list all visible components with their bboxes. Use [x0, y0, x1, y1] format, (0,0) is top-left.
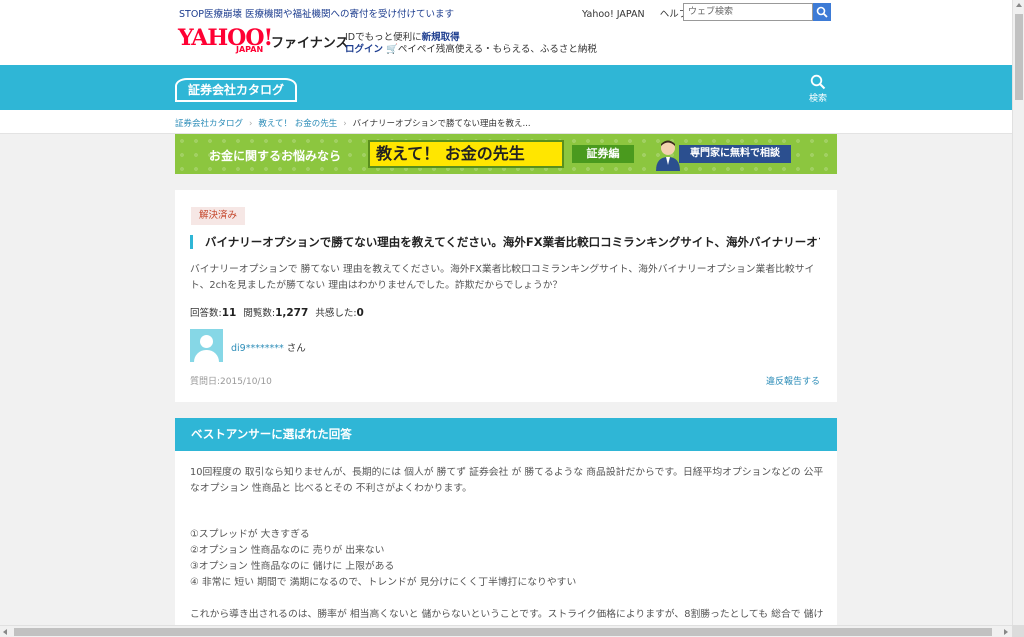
breadcrumb-catalog[interactable]: 証券会社カタログ [175, 119, 243, 129]
donation-promo-link[interactable]: STOP医療崩壊 医療機関や福祉機関への寄付を受け付けています [179, 6, 454, 20]
paypay-furusato-link[interactable]: ペイペイ残高使える・もらえる、ふるさと納税 [398, 44, 597, 55]
answers-label: 回答数: [190, 308, 222, 319]
best-answer-card: ベストアンサーに選ばれた回答 10回程度の 取引なら知りませんが、長期的には 個… [175, 418, 837, 637]
search-icon [810, 74, 826, 90]
consult-banner[interactable]: お金に関するお悩みなら 教えて！ お金の先生 証券編 専門家に無料で相談 [175, 134, 837, 174]
scroll-left-arrow-icon[interactable] [3, 629, 7, 635]
chevron-right-icon: › [249, 119, 253, 129]
scroll-right-arrow-icon[interactable] [1004, 629, 1008, 635]
breadcrumb-current: バイナリーオプションで勝てない理由を教え... [352, 119, 531, 129]
finance-service-name[interactable]: ファイナンス [271, 32, 348, 51]
login-link[interactable]: ログイン [345, 44, 383, 55]
report-link[interactable]: 違反報告する [766, 374, 820, 387]
views-label: 閲覧数: [243, 308, 276, 319]
breadcrumb-chiebukuro[interactable]: 教えて！ お金の先生 [258, 119, 337, 129]
answer-list-item: ②オプション 性商品なのに 売りが 出来ない [190, 545, 385, 556]
cart-icon: 🛒 [386, 44, 398, 55]
answers-count: 11 [221, 307, 237, 319]
best-answer-body: 10回程度の 取引なら知りませんが、長期的には 個人が 勝てず 証券会社 が 勝… [190, 465, 824, 637]
avatar-body [194, 350, 219, 362]
banner-question: お金に関するお悩みなら [209, 149, 342, 163]
web-search-input[interactable]: ウェブ検索 [683, 3, 813, 21]
asker-name: di9******** さん [231, 340, 306, 354]
empathy-count: 0 [356, 307, 364, 319]
answer-paragraph: 10回程度の 取引なら知りませんが、長期的には 個人が 勝てず 証券会社 が 勝… [190, 467, 824, 494]
answer-list-item: ①スプレッドが 大きすぎる [190, 529, 310, 540]
asker-suffix: さん [286, 343, 306, 354]
horizontal-scrollbar[interactable] [0, 625, 1012, 637]
question-date: 質問日:2015/10/10 [190, 377, 272, 387]
scrollbar-corner [1012, 625, 1024, 637]
answer-list-item: ③オプション 性商品なのに 儲けに 上限がある [190, 561, 395, 572]
vertical-scrollbar[interactable] [1012, 0, 1024, 625]
empathy-label: 共感した: [315, 308, 357, 319]
avatar-head [200, 335, 213, 348]
horizontal-scroll-thumb[interactable] [14, 628, 992, 636]
answer-list-item: ④ 非常に 短い 期間で 満期になるので、トレンドが 見分けにくく丁半博打になり… [190, 577, 577, 588]
banner-tag: 証券編 [572, 145, 634, 163]
best-answer-heading: ベストアンサーに選ばれた回答 [175, 418, 837, 451]
login-row: ログイン 🛒ペイペイ残高使える・もらえる、ふるさと納税 [345, 41, 597, 55]
yahoo-japan-link[interactable]: Yahoo! JAPAN [582, 9, 645, 20]
status-badge: 解決済み [191, 207, 246, 225]
question-card: 解決済み バイナリーオプションで勝てない理由を教えてください。海外FX業者比較口… [175, 190, 837, 402]
catalog-search-label: 検索 [808, 94, 827, 104]
avatar[interactable] [190, 329, 223, 362]
advisor-icon [656, 140, 680, 171]
search-icon [816, 6, 828, 18]
question-title: バイナリーオプションで勝てない理由を教えてください。海外FX業者比較口コミランキ… [190, 235, 820, 249]
chevron-right-icon: › [343, 119, 347, 129]
breadcrumb: 証券会社カタログ › 教えて！ お金の先生 › バイナリーオプションで勝てない理由を教え… [175, 117, 531, 129]
yahoo-header [0, 0, 1012, 65]
web-search-button[interactable] [813, 3, 831, 21]
banner-title: 教えて！ お金の先生 [368, 140, 564, 168]
question-body: バイナリーオプションで 勝てない 理由を教えてください。海外FX業者比較口コミラ… [190, 264, 815, 291]
asker-id-link[interactable]: di9******** [231, 343, 284, 354]
views-count: 1,277 [275, 307, 309, 319]
answer-paragraph: これから導き出されるのは、勝率が 相当高くないと 儲からないということです。スト… [190, 609, 824, 620]
yahoo-japan-logo[interactable]: YAHOO! JAPAN [178, 27, 273, 55]
vertical-scroll-thumb[interactable] [1015, 14, 1023, 100]
question-stats: 回答数:11 閲覧数:1,277 共感した:0 [190, 305, 368, 319]
yahoo-logo-sub: JAPAN [236, 45, 264, 54]
answer-list: ①スプレッドが 大きすぎる ②オプション 性商品なのに 売りが 出来ない ③オプ… [190, 527, 824, 591]
catalog-search-button[interactable]: 検索 [806, 74, 830, 104]
catalog-header [0, 65, 1012, 110]
securities-catalog-logo[interactable]: 証券会社カタログ [175, 78, 297, 102]
scroll-up-arrow-icon[interactable] [1016, 3, 1022, 7]
banner-cta: 専門家に無料で相談 [679, 145, 791, 163]
